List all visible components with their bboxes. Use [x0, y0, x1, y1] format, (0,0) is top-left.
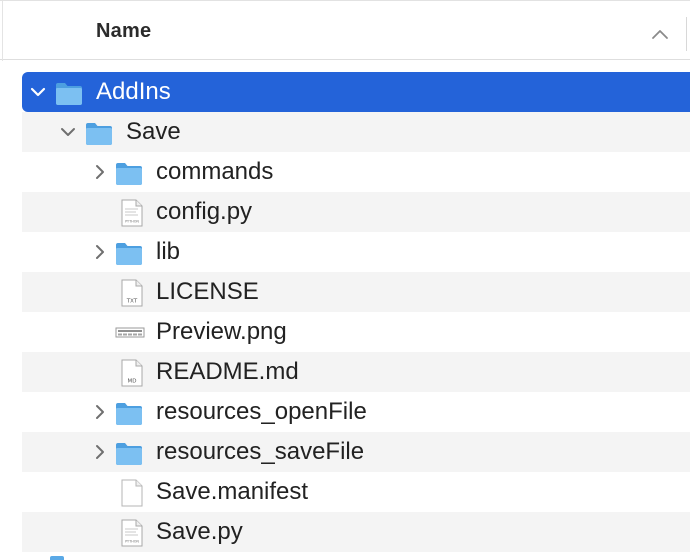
chevron-up-icon[interactable]: [651, 28, 669, 40]
file-row-save-folder[interactable]: Save: [22, 112, 690, 152]
file-row-resources-savefile[interactable]: resources_saveFile: [22, 432, 690, 472]
file-name: config.py: [156, 198, 253, 225]
blank-file-icon: [121, 479, 143, 507]
file-name: resources_openFile: [156, 398, 367, 425]
folder-icon: [116, 243, 142, 265]
file-name: LICENSE: [156, 278, 259, 305]
list-header: Name: [0, 0, 690, 61]
file-name: Save.manifest: [156, 478, 309, 505]
file-name: README.md: [156, 358, 299, 385]
file-row-resources-openfile[interactable]: resources_openFile: [22, 392, 690, 432]
markdown-file-icon: MD: [121, 359, 143, 387]
column-divider[interactable]: [686, 17, 687, 51]
chevron-down-icon[interactable]: [60, 124, 76, 140]
file-row-license[interactable]: TXT LICENSE: [22, 272, 690, 312]
file-row-save-py[interactable]: PYTHON Save.py: [22, 512, 690, 552]
file-name: resources_saveFile: [156, 438, 365, 465]
chevron-right-icon[interactable]: [92, 244, 108, 260]
chevron-down-icon[interactable]: [30, 84, 46, 100]
file-row-commands[interactable]: commands: [22, 152, 690, 192]
python-file-icon: PYTHON: [121, 199, 143, 227]
file-row-config-py[interactable]: PYTHON config.py: [22, 192, 690, 232]
image-thumbnail-icon: [115, 327, 145, 338]
svg-text:PYTHON: PYTHON: [125, 540, 139, 544]
file-row-addins[interactable]: AddIns: [22, 72, 690, 112]
file-name: lib: [156, 238, 181, 265]
name-column-header[interactable]: Name: [96, 20, 151, 43]
folder-icon: [86, 123, 112, 145]
file-name: Save.py: [156, 518, 243, 545]
file-name: commands: [156, 158, 274, 185]
folder-icon: [56, 83, 82, 105]
text-file-icon: TXT: [121, 279, 143, 307]
file-row-readme-md[interactable]: MD README.md: [22, 352, 690, 392]
file-row-lib[interactable]: lib: [22, 232, 690, 272]
python-file-icon: PYTHON: [121, 519, 143, 547]
file-name: Save: [126, 118, 181, 145]
svg-text:PYTHON: PYTHON: [125, 220, 139, 224]
file-row-preview-png[interactable]: Preview.png: [22, 312, 690, 352]
file-row-save-manifest[interactable]: Save.manifest: [22, 472, 690, 512]
file-name: AddIns: [96, 78, 171, 105]
folder-icon: [116, 163, 142, 185]
chevron-right-icon[interactable]: [92, 444, 108, 460]
file-name: Preview.png: [156, 318, 287, 345]
svg-text:MD: MD: [128, 379, 137, 385]
header-left-divider: [2, 1, 3, 61]
folder-icon: [116, 403, 142, 425]
file-list: AddIns Save commands PYTHON config.py li…: [22, 72, 690, 552]
svg-text:TXT: TXT: [126, 299, 138, 305]
chevron-right-icon[interactable]: [92, 404, 108, 420]
folder-icon: [50, 556, 64, 560]
folder-icon: [116, 443, 142, 465]
chevron-right-icon[interactable]: [92, 164, 108, 180]
